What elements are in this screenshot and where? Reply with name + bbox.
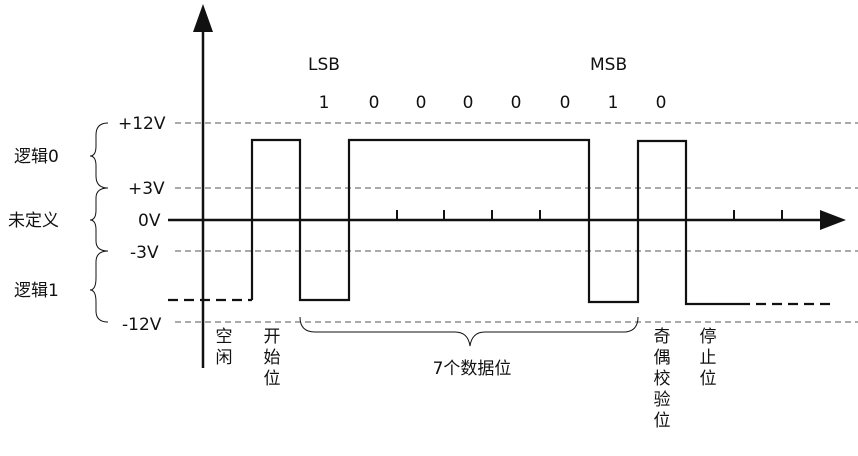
msb-label: MSB: [590, 55, 627, 75]
bit-value: 0: [416, 93, 427, 113]
right-arrow-icon: [820, 210, 846, 230]
data-bits-brace: [299, 316, 639, 347]
bracket-logic0: [89, 122, 109, 189]
level-label-zero: 0V: [138, 211, 161, 231]
bit-value: 0: [560, 93, 571, 113]
level-label-plus3: +3V: [128, 179, 165, 199]
region-brackets: [89, 122, 109, 323]
bit-value: 1: [319, 93, 330, 113]
bit-value: 1: [608, 93, 619, 113]
phase-label-idle: 空闲: [216, 327, 233, 368]
bit-value: 0: [369, 93, 380, 113]
signal-trace: [250, 138, 740, 306]
horizontal-axis: [168, 210, 846, 230]
rs232-timing-diagram: +12V +3V 0V -3V -12V 逻辑0 未定义 逻辑1 LSB MSB…: [8, 4, 858, 431]
bit-value: 0: [511, 93, 522, 113]
level-label-plus12: +12V: [118, 114, 166, 134]
bit-values: 1 0 0 0 0 0 1 0: [319, 93, 667, 113]
up-arrow-icon: [193, 4, 213, 32]
bracket-logic1: [89, 250, 109, 323]
phase-label-data: 7个数据位: [433, 359, 512, 379]
region-label-undefined: 未定义: [8, 211, 59, 231]
phase-label-parity: 奇偶校验位: [654, 327, 671, 431]
lsb-label: LSB: [308, 55, 340, 75]
region-label-logic0: 逻辑0: [14, 147, 59, 167]
region-label-logic1: 逻辑1: [14, 281, 59, 301]
reference-lines: [175, 122, 858, 323]
bit-value: 0: [463, 93, 474, 113]
level-label-minus3: -3V: [130, 243, 159, 263]
bit-value: 0: [656, 93, 667, 113]
bracket-undefined: [89, 187, 109, 252]
phase-label-start: 开始位: [264, 327, 281, 389]
vertical-axis: [193, 4, 213, 368]
phase-label-stop: 停止位: [700, 327, 717, 389]
waveform: [168, 138, 832, 306]
level-label-minus12: -12V: [122, 315, 162, 335]
